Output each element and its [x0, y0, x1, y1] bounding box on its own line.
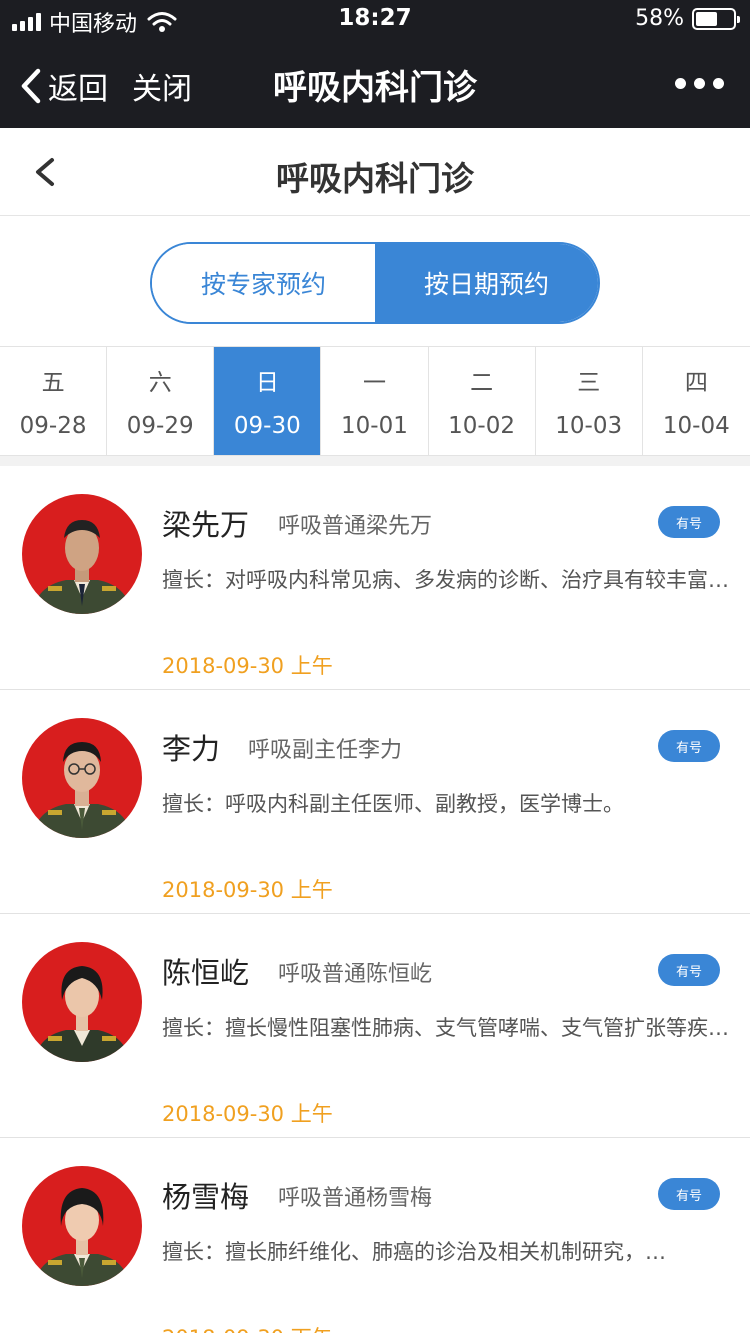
avatar [22, 1166, 142, 1286]
doctor-title: 呼吸普通梁先万 [278, 514, 433, 539]
doctor-specialty: 擅长：对呼吸内科常见病、多发病的诊断、治疗具有较丰富的临床经验 [162, 568, 737, 592]
date-label: 09-29 [126, 413, 194, 439]
date-label: 09-28 [19, 413, 87, 439]
avatar [22, 942, 142, 1062]
date-label: 10-04 [662, 413, 730, 439]
date-label: 10-03 [555, 413, 623, 439]
doctor-card[interactable]: 杨雪梅 呼吸普通杨雪梅 有号 擅长：擅长肺纤维化、肺癌的诊治及相关机制研究，… … [0, 1138, 750, 1333]
page-header: 呼吸内科门诊 [0, 128, 750, 216]
date-item[interactable]: 四 10-04 [643, 347, 750, 455]
appointment-date: 2018-09-30 上午 [162, 1102, 333, 1126]
doctor-name: 杨雪梅 [162, 1180, 250, 1214]
date-item[interactable]: 六 09-29 [107, 347, 215, 455]
doctor-card[interactable]: 陈恒屹 呼吸普通陈恒屹 有号 擅长：擅长慢性阻塞性肺病、支气管哮喘、支气管扩张等… [0, 914, 750, 1138]
page-title: 呼吸内科门诊 [276, 159, 474, 198]
weekday-label: 日 [255, 370, 279, 396]
booking-mode-toggle: 按专家预约 按日期预约 [150, 242, 600, 324]
avatar [22, 718, 142, 838]
date-item[interactable]: 三 10-03 [536, 347, 643, 455]
appointment-date: 2018-09-30 上午 [162, 654, 333, 678]
wechat-nav-bar: 返回 关闭 呼吸内科门诊 [0, 40, 750, 128]
doctor-name: 李力 [162, 732, 221, 766]
doctor-card[interactable]: 李力 呼吸副主任李力 有号 擅长：呼吸内科副主任医师、副教授，医学博士。 201… [0, 690, 750, 914]
battery-info: 58% [635, 6, 740, 31]
availability-badge: 有号 [658, 1178, 720, 1210]
doctor-title: 呼吸副主任李力 [248, 738, 403, 763]
appointment-date: 2018-09-30 上午 [162, 878, 333, 902]
doctor-title: 呼吸普通杨雪梅 [278, 1186, 433, 1211]
tab-by-expert[interactable]: 按专家预约 [152, 244, 375, 322]
date-item[interactable]: 五 09-28 [0, 347, 108, 455]
doctor-specialty: 擅长：擅长肺纤维化、肺癌的诊治及相关机制研究，… [162, 1240, 666, 1264]
weekday-label: 六 [148, 370, 172, 396]
weekday-label: 五 [41, 370, 65, 396]
availability-badge: 有号 [658, 506, 720, 538]
status-bar: 中国移动 18:27 58% [0, 0, 750, 40]
more-menu-icon[interactable] [675, 78, 724, 89]
date-label: 10-02 [448, 413, 515, 439]
weekday-label: 四 [684, 370, 708, 396]
tab-by-date[interactable]: 按日期预约 [375, 244, 598, 322]
doctor-list: 梁先万 呼吸普通梁先万 有号 擅长：对呼吸内科常见病、多发病的诊断、治疗具有较丰… [0, 466, 750, 1333]
doctor-name: 陈恒屹 [162, 956, 250, 990]
date-label: 10-01 [341, 413, 408, 439]
date-item[interactable]: 一 10-01 [321, 347, 429, 455]
doctor-name: 梁先万 [162, 508, 250, 542]
weekday-label: 三 [577, 370, 601, 396]
divider [0, 456, 750, 466]
date-selector: 五 09-28 六 09-29 日 09-30 一 10-01 二 10-02 三 10-0… [0, 346, 750, 456]
weekday-label: 一 [362, 370, 386, 396]
doctor-card[interactable]: 梁先万 呼吸普通梁先万 有号 擅长：对呼吸内科常见病、多发病的诊断、治疗具有较丰… [0, 466, 750, 690]
date-item-selected[interactable]: 日 09-30 [214, 347, 322, 455]
weekday-label: 二 [470, 370, 494, 396]
doctor-specialty: 擅长：擅长慢性阻塞性肺病、支气管哮喘、支气管扩张等疾病的诊治 [162, 1016, 737, 1040]
doctor-specialty: 擅长：呼吸内科副主任医师、副教授，医学博士。 [162, 792, 624, 816]
avatar [22, 494, 142, 614]
battery-icon [692, 7, 740, 30]
appointment-date: 2018-09-30 下午 [162, 1322, 333, 1333]
date-label: 09-30 [233, 413, 301, 439]
availability-badge: 有号 [658, 954, 720, 986]
date-item[interactable]: 二 10-02 [429, 347, 536, 455]
availability-badge: 有号 [658, 730, 720, 762]
doctor-title: 呼吸普通陈恒屹 [278, 962, 433, 987]
wechat-title: 呼吸内科门诊 [273, 68, 477, 108]
battery-percent: 58% [635, 6, 684, 31]
